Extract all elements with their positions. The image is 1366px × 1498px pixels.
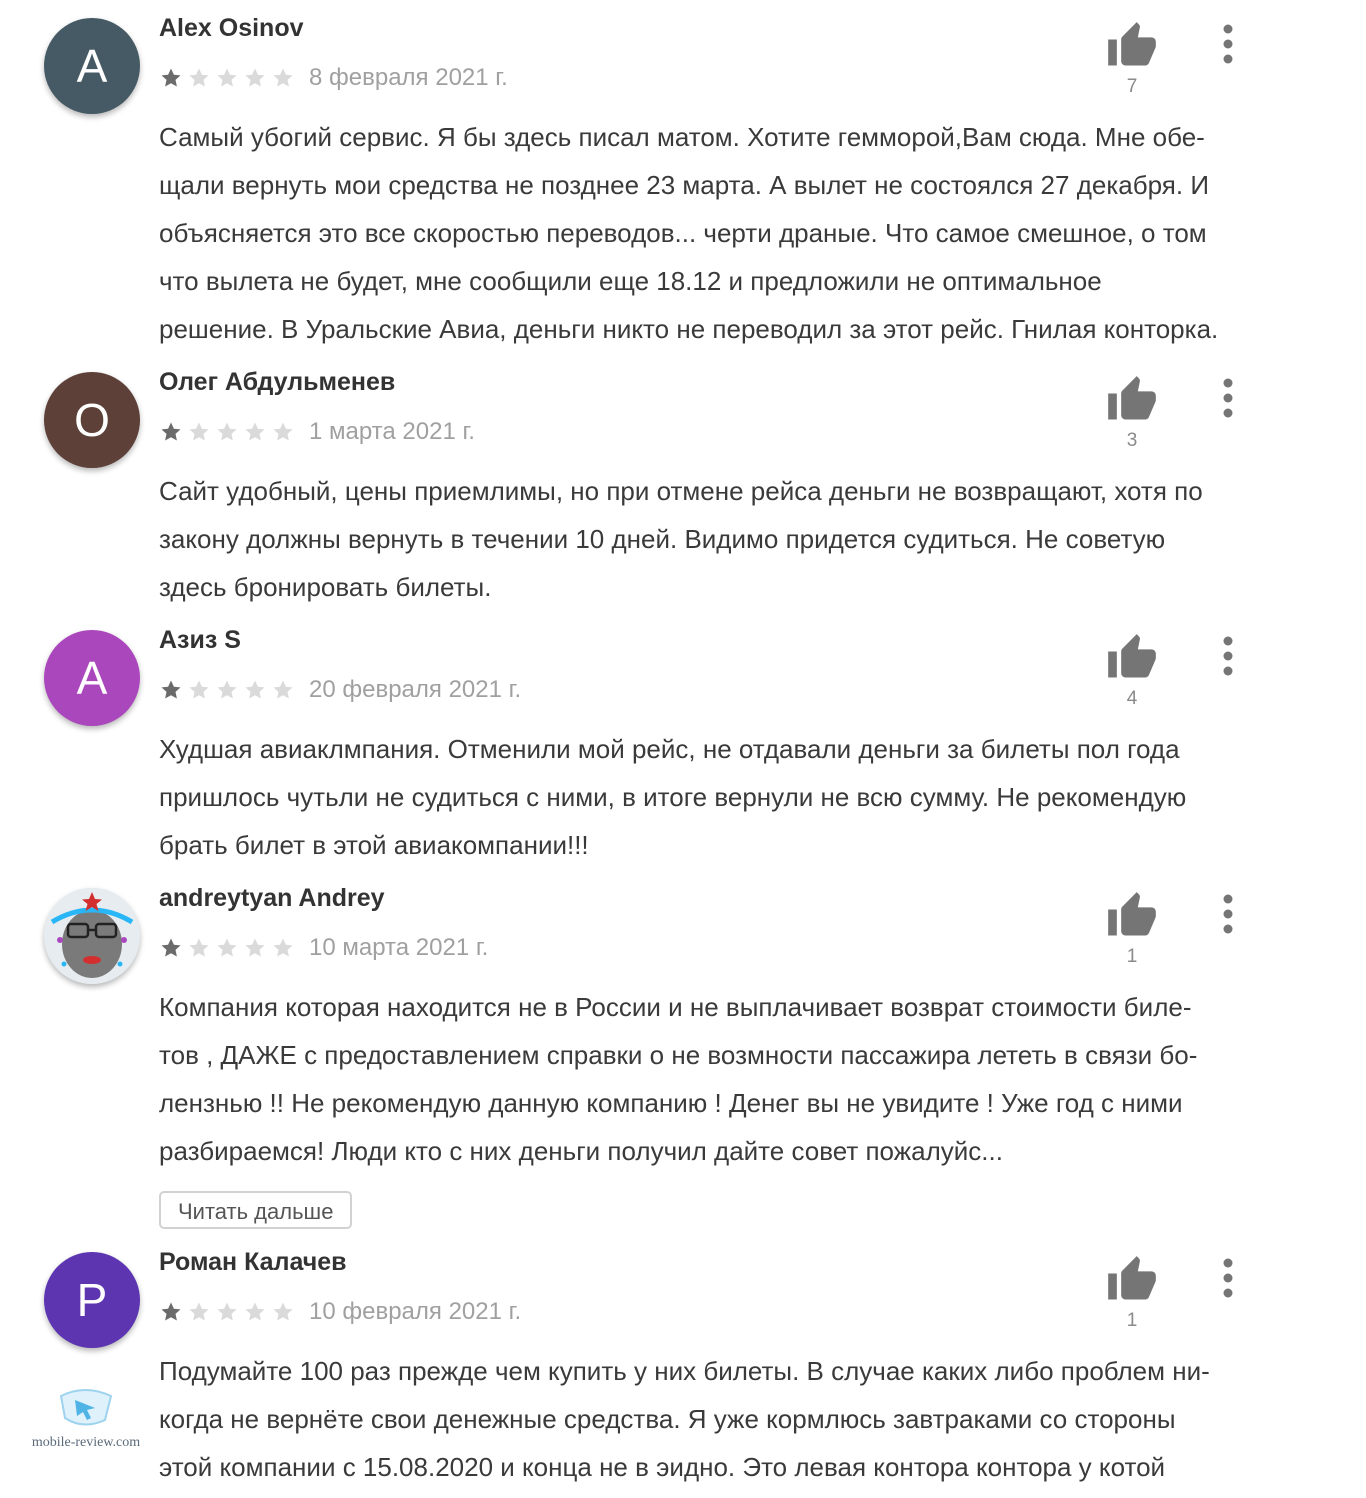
avatar: A [44,630,140,726]
star-icon [217,680,237,699]
more-vert-icon[interactable] [1214,1256,1242,1300]
star-icon [273,938,293,957]
review-author: Азиз S [159,626,241,654]
more-vert-icon[interactable] [1214,22,1242,66]
review-date: 8 февраля 2021 г. [309,64,508,91]
star-icon [245,422,265,441]
thumb-up-icon[interactable] [1106,632,1158,684]
star-rating: 8 февраля 2021 г. [159,64,508,92]
like-count: 1 [1126,946,1138,967]
star-icon [189,68,209,87]
review-date: 1 марта 2021 г. [309,418,475,445]
thumb-up-icon[interactable] [1106,20,1158,72]
avatar: P [44,1252,140,1348]
star-icon [161,68,181,87]
thumb-up-icon[interactable] [1106,1254,1158,1306]
star-rating: 20 февраля 2021 г. [159,676,521,704]
like-count: 7 [1126,76,1138,97]
star-icon [245,1302,265,1321]
avatar: A [44,18,140,114]
like-count: 4 [1126,688,1138,709]
review-text: Компания которая находится не в России и… [159,992,1198,1166]
watermark-text: mobile-review.com [31,1435,141,1450]
review-author: Роман Калачев [159,1248,347,1276]
watermark-logo-icon [59,1389,113,1426]
star-icon [161,938,181,957]
watermark: mobile-review.com [30,1386,142,1451]
review-date: 10 марта 2021 г. [309,934,489,961]
star-rating: 10 марта 2021 г. [159,934,488,962]
star-icon [245,938,265,957]
review-text: Сайт удобный, цены приемлимы, но при отм… [159,476,1203,602]
star-icon [189,680,209,699]
star-rating: 1 марта 2021 г. [159,418,475,446]
review-date: 20 февраля 2021 г. [309,676,522,703]
star-icon [161,680,181,699]
review-text: Подумайте 100 раз прежде чем купить у ни… [159,1356,1210,1482]
more-vert-icon[interactable] [1214,634,1242,678]
thumb-up-icon[interactable] [1106,374,1158,426]
star-icon [161,1302,181,1321]
star-icon [217,938,237,957]
star-icon [161,422,181,441]
star-icon [245,68,265,87]
star-rating: 10 февраля 2021 г. [159,1298,521,1326]
review-date: 10 февраля 2021 г. [309,1298,522,1325]
star-icon [189,1302,209,1321]
review-author: andreytyan Andrey [159,884,385,912]
star-icon [189,938,209,957]
star-icon [245,680,265,699]
like-count: 1 [1126,1310,1138,1331]
star-icon [273,68,293,87]
read-more-button[interactable]: Читать дальше [159,1191,353,1229]
more-vert-icon[interactable] [1214,892,1242,936]
star-icon [273,1302,293,1321]
avatar [44,888,140,984]
like-count: 3 [1126,430,1138,451]
star-icon [189,422,209,441]
review-text: Худшая авиаклмпания. Отменили мой рейс, … [159,734,1187,860]
star-icon [217,422,237,441]
star-icon [273,422,293,441]
avatar: О [44,372,140,468]
profile-photo-icon [44,888,140,984]
star-icon [217,68,237,87]
more-vert-icon[interactable] [1214,376,1242,420]
review-text: Самый убогий сервис. Я бы здесь писал ма… [159,122,1219,344]
review-author: Alex Osinov [159,14,304,42]
star-icon [217,1302,237,1321]
star-icon [273,680,293,699]
thumb-up-icon[interactable] [1106,890,1158,942]
review-author: Олег Абдульменев [159,368,396,396]
